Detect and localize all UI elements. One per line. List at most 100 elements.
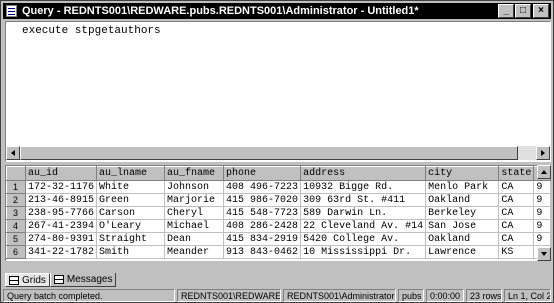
cell-au-fname[interactable]: Meander (164, 245, 225, 259)
minimize-button[interactable]: _ (498, 4, 514, 18)
cell-zip[interactable]: 9 (533, 180, 551, 194)
cell-au-fname[interactable]: Michael (164, 219, 225, 233)
cell-zip[interactable]: 9 (533, 206, 551, 220)
cell-city[interactable]: Oakland (425, 193, 500, 207)
results-table: au_id au_lname au_fname phone address ci… (6, 166, 551, 259)
cell-au-fname[interactable]: Marjorie (164, 193, 225, 207)
column-header[interactable]: au_fname (163, 166, 225, 181)
title-bar[interactable]: Query - REDNTS001\REDWARE.pubs.REDNTS001… (3, 3, 551, 19)
column-header[interactable]: state (498, 166, 535, 181)
query-text[interactable]: execute stpgetauthors (22, 25, 161, 37)
cell-phone[interactable]: 408 286-2428 (223, 219, 302, 233)
close-button[interactable]: × (533, 4, 549, 18)
cell-phone[interactable]: 415 548-7723 (223, 206, 302, 220)
header-row: au_id au_lname au_fname phone address ci… (6, 166, 551, 181)
cell-au-lname[interactable]: Straight (96, 232, 165, 246)
cell-address[interactable]: 10 Mississippi Dr. (300, 245, 427, 259)
cell-au-id[interactable]: 274-80-9391 (25, 232, 98, 246)
row-number[interactable]: 1 (6, 180, 26, 194)
window-title: Query - REDNTS001\REDWARE.pubs.REDNTS001… (22, 5, 419, 17)
column-header[interactable]: au_lname (96, 166, 165, 181)
cell-au-fname[interactable]: Cheryl (164, 206, 225, 220)
cell-city[interactable]: Berkeley (425, 206, 500, 220)
table-row[interactable]: 6 341-22-1782 Smith Meander 913 843-0462… (6, 245, 551, 259)
cell-state[interactable]: CA (498, 219, 535, 233)
editor-horizontal-scrollbar[interactable] (20, 146, 536, 160)
arrow-up-icon (541, 170, 547, 174)
row-number[interactable]: 3 (6, 206, 26, 220)
tab-messages[interactable]: Messages (49, 273, 117, 287)
cell-state[interactable]: CA (498, 206, 535, 220)
row-number[interactable]: 4 (6, 219, 26, 233)
cell-address[interactable]: 309 63rd St. #411 (300, 193, 427, 207)
query-document-icon (5, 4, 19, 18)
row-number[interactable]: 6 (6, 245, 26, 259)
arrow-right-icon (541, 150, 545, 156)
cell-city[interactable]: Lawrence (425, 245, 500, 259)
cell-au-id[interactable]: 341-22-1782 (25, 245, 98, 259)
cell-address[interactable]: 589 Darwin Ln. (300, 206, 427, 220)
table-row[interactable]: 5 274-80-9391 Straight Dean 415 834-2919… (6, 232, 551, 246)
status-database: pubs (398, 289, 424, 302)
row-number[interactable]: 2 (6, 193, 26, 207)
cell-au-fname[interactable]: Dean (164, 232, 225, 246)
status-bar: Query batch completed. REDNTS001\REDWARE… (3, 289, 553, 302)
scrollbar-thumb[interactable] (20, 146, 518, 160)
column-header[interactable]: address (300, 166, 427, 181)
cell-address[interactable]: 22 Cleveland Av. #14 (300, 219, 427, 233)
cell-au-lname[interactable]: Smith (96, 245, 165, 259)
cell-state[interactable]: CA (498, 180, 535, 194)
grid-scroll-down-button[interactable] (537, 247, 551, 261)
cell-state[interactable]: KS (498, 245, 535, 259)
cell-phone[interactable]: 913 843-0462 (223, 245, 302, 259)
cell-address[interactable]: 5420 College Av. (300, 232, 427, 246)
cell-au-lname[interactable]: White (96, 180, 165, 194)
cell-au-lname[interactable]: Green (96, 193, 165, 207)
query-window: Query - REDNTS001\REDWARE.pubs.REDNTS001… (0, 0, 554, 303)
query-editor[interactable]: execute stpgetauthors (5, 21, 551, 162)
column-header[interactable]: au_id (24, 166, 98, 181)
arrow-down-icon (541, 252, 547, 256)
cell-au-id[interactable]: 213-46-8915 (25, 193, 98, 207)
tab-grids-label: Grids (22, 274, 46, 286)
tab-grids[interactable]: Grids (5, 273, 50, 287)
maximize-button[interactable]: □ (515, 4, 531, 18)
status-rows: 23 rows (466, 289, 502, 302)
grid-icon (9, 275, 19, 285)
cell-address[interactable]: 10932 Bigge Rd. (300, 180, 427, 194)
results-tabs: Grids Messages (5, 273, 117, 287)
cell-au-id[interactable]: 267-41-2394 (25, 219, 98, 233)
status-server: REDNTS001\REDWARE (8.0) (177, 289, 281, 302)
scroll-left-button[interactable] (6, 146, 20, 160)
cell-state[interactable]: CA (498, 193, 535, 207)
messages-icon (53, 275, 64, 284)
column-header[interactable]: city (425, 166, 500, 181)
cell-city[interactable]: Menlo Park (425, 180, 500, 194)
scroll-right-button[interactable] (536, 146, 550, 160)
status-position: Ln 1, Col 22 (504, 289, 551, 302)
cell-zip[interactable]: 9 (533, 219, 551, 233)
cell-state[interactable]: CA (498, 232, 535, 246)
table-row[interactable]: 2 213-46-8915 Green Marjorie 415 986-702… (6, 193, 551, 207)
cell-zip[interactable]: 9 (533, 232, 551, 246)
cell-au-lname[interactable]: O'Leary (96, 219, 165, 233)
cell-au-id[interactable]: 172-32-1176 (25, 180, 98, 194)
cell-zip[interactable]: 9 (533, 193, 551, 207)
grid-scroll-up-button[interactable] (537, 165, 551, 179)
cell-au-id[interactable]: 238-95-7766 (25, 206, 98, 220)
status-user: REDNTS001\Administrator (57) (283, 289, 396, 302)
corner-cell[interactable] (6, 166, 26, 181)
table-row[interactable]: 3 238-95-7766 Carson Cheryl 415 548-7723… (6, 206, 551, 220)
cell-city[interactable]: Oakland (425, 232, 500, 246)
row-number[interactable]: 5 (6, 232, 26, 246)
column-header[interactable]: phone (223, 166, 302, 181)
cell-phone[interactable]: 408 496-7223 (223, 180, 302, 194)
cell-phone[interactable]: 415 986-7020 (223, 193, 302, 207)
table-row[interactable]: 4 267-41-2394 O'Leary Michael 408 286-24… (6, 219, 551, 233)
cell-city[interactable]: San Jose (425, 219, 500, 233)
cell-au-fname[interactable]: Johnson (164, 180, 225, 194)
cell-phone[interactable]: 415 834-2919 (223, 232, 302, 246)
results-grid[interactable]: au_id au_lname au_fname phone address ci… (5, 165, 551, 261)
table-row[interactable]: 1 172-32-1176 White Johnson 408 496-7223… (6, 180, 551, 194)
cell-au-lname[interactable]: Carson (96, 206, 165, 220)
